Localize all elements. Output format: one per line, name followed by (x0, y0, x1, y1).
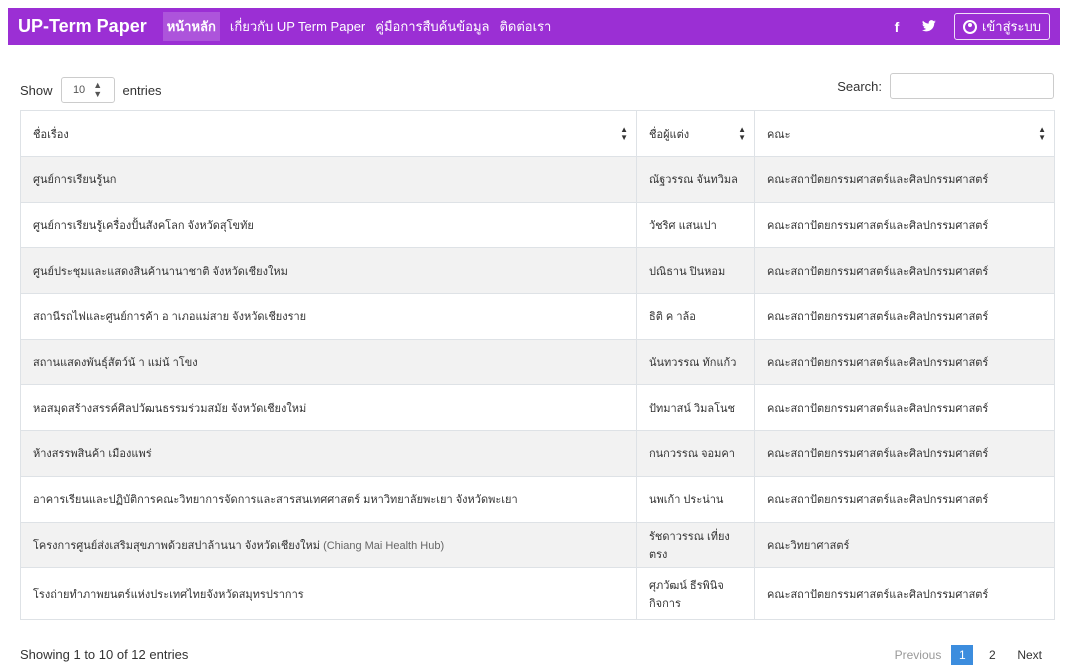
cell-title-text: ศูนย์ประชุมและแสดงสินค้านานาชาติ จังหวัด… (33, 265, 288, 278)
cell-faculty: คณะสถาปัตยกรรมศาสตร์และศิลปกรรมศาสตร์ (754, 201, 1055, 249)
cell-faculty: คณะสถาปัตยกรรมศาสตร์และศิลปกรรมศาสตร์ (754, 247, 1055, 295)
table-header-row: ชื่อเรื่อง ▲ ▼ ชื่อผู้แต่ง ▲ ▼ คณะ ▲ ▼ (20, 110, 1055, 157)
table-row[interactable]: โครงการศูนย์ส่งเสริมสุขภาพด้วยสปาล้านนา … (20, 521, 1055, 569)
column-header-faculty[interactable]: คณะ ▲ ▼ (754, 110, 1055, 157)
cell-title[interactable]: หอสมุดสร้างสรรค์ศิลปวัฒนธรรมร่วมสมัย จัง… (20, 384, 637, 432)
cell-title[interactable]: ศูนย์ประชุมและแสดงสินค้านานาชาติ จังหวัด… (20, 247, 637, 295)
nav-link-search-guide[interactable]: คู่มือการสืบค้นข้อมูล (375, 16, 489, 37)
cell-author: กนกวรรณ จอมคา (636, 430, 755, 477)
user-circle-icon (962, 19, 977, 34)
cell-author: นันทวรรณ ทักแก้ว (636, 338, 755, 386)
sort-icon: ▲ ▼ (738, 124, 746, 142)
cell-author: ปัทมาสน์ วิมลโนช (636, 384, 755, 432)
cell-faculty: คณะสถาปัตยกรรมศาสตร์และศิลปกรรมศาสตร์ (754, 567, 1055, 621)
nav-link-contact[interactable]: ติดต่อเรา (499, 16, 551, 37)
nav-link-home[interactable]: หน้าหลัก (162, 12, 220, 41)
cell-title[interactable]: สถานีรถไฟและศูนย์การค้า อ าเภอแม่สาย จัง… (20, 293, 637, 340)
select-arrows-icon: ▲ ▼ (93, 80, 103, 99)
cell-title-text: ศูนย์การเรียนรู้นก (33, 174, 117, 187)
sort-icon: ▲ ▼ (620, 124, 628, 142)
entries-length-control: Show 10 ▲ ▼ entries (20, 77, 162, 103)
column-header-title[interactable]: ชื่อเรื่อง ▲ ▼ (20, 110, 637, 157)
cell-author: รัชดาวรรณ เที่ยงตรง (636, 521, 755, 569)
cell-title-text: ศูนย์การเรียนรู้เครื่องปั้นสังคโลก จังหว… (33, 220, 254, 233)
search-input[interactable] (890, 73, 1054, 99)
pagination-previous[interactable]: Previous (895, 648, 942, 662)
term-paper-table: ชื่อเรื่อง ▲ ▼ ชื่อผู้แต่ง ▲ ▼ คณะ ▲ ▼ ศูนย์กา… (20, 110, 1055, 621)
cell-faculty: คณะสถาปัตยกรรมศาสตร์และศิลปกรรมศาสตร์ (754, 384, 1055, 432)
cell-faculty: คณะสถาปัตยกรรมศาสตร์และศิลปกรรมศาสตร์ (754, 293, 1055, 340)
cell-title[interactable]: โรงถ่ายทำภาพยนตร์แห่งประเทศไทยจังหวัดสมุ… (20, 567, 637, 621)
cell-title-text: โรงถ่ายทำภาพยนตร์แห่งประเทศไทยจังหวัดสมุ… (33, 588, 304, 601)
cell-title-text: อาคารเรียนและปฏิบัติการคณะวิทยาการจัดการ… (33, 494, 518, 507)
table-search-control: Search: (837, 73, 1054, 99)
login-button[interactable]: เข้าสู่ระบบ (953, 13, 1050, 40)
table-row[interactable]: สถานีรถไฟและศูนย์การค้า อ าเภอแม่สาย จัง… (20, 293, 1055, 340)
cell-title[interactable]: ศูนย์การเรียนรู้เครื่องปั้นสังคโลก จังหว… (20, 201, 637, 249)
pagination-page-1[interactable]: 1 (951, 645, 974, 665)
cell-title[interactable]: ห้างสรรพสินค้า เมืองแพร่ (20, 430, 637, 477)
cell-title-text: สถานีรถไฟและศูนย์การค้า อ าเภอแม่สาย จัง… (33, 311, 307, 324)
table-body: ศูนย์การเรียนรู้นก ณัฐวรรณ จันทวิมล คณะสถา… (20, 156, 1055, 621)
cell-title[interactable]: สถานแสดงพันธุ์สัตว์น้ า แม่น้ าโขง (20, 338, 637, 386)
pagination-page-2[interactable]: 2 (981, 645, 1003, 665)
cell-author: ปณิธาน ปินหอม (636, 247, 755, 295)
column-header-author[interactable]: ชื่อผู้แต่ง ▲ ▼ (636, 110, 755, 157)
cell-author: วัชริศ แสนเปา (636, 201, 755, 249)
facebook-icon[interactable]: f (890, 19, 904, 35)
table-row[interactable]: ศูนย์ประชุมและแสดงสินค้านานาชาติ จังหวัด… (20, 247, 1055, 295)
top-navbar: UP-Term Paper หน้าหลัก เกี่ยวกับ UP Term… (8, 8, 1060, 45)
entries-label: entries (122, 82, 162, 98)
show-label: Show (20, 82, 53, 98)
cell-title[interactable]: ศูนย์การเรียนรู้นก (20, 156, 637, 203)
cell-title-text: โครงการศูนย์ส่งเสริมสุขภาพด้วยสปาล้านนา … (33, 539, 320, 552)
cell-faculty: คณะสถาปัตยกรรมศาสตร์และศิลปกรรมศาสตร์ (754, 338, 1055, 386)
table-row[interactable]: หอสมุดสร้างสรรค์ศิลปวัฒนธรรมร่วมสมัย จัง… (20, 384, 1055, 432)
cell-title-text: สถานแสดงพันธุ์สัตว์น้ า แม่น้ าโขง (33, 357, 198, 370)
cell-faculty: คณะสถาปัตยกรรมศาสตร์และศิลปกรรมศาสตร์ (754, 430, 1055, 477)
cell-title[interactable]: โครงการศูนย์ส่งเสริมสุขภาพด้วยสปาล้านนา … (20, 521, 637, 569)
cell-faculty: คณะวิทยาศาสตร์ (754, 521, 1055, 569)
entries-per-page-select[interactable]: 10 ▲ ▼ (60, 77, 115, 103)
cell-title-text: หอสมุดสร้างสรรค์ศิลปวัฒนธรรมร่วมสมัย จัง… (33, 402, 307, 415)
cell-faculty: คณะสถาปัตยกรรมศาสตร์และศิลปกรรมศาสตร์ (754, 156, 1055, 203)
cell-title-subtitle: (Chiang Mai Health Hub) (323, 539, 445, 552)
cell-title-text: ห้างสรรพสินค้า เมืองแพร่ (33, 448, 152, 461)
twitter-icon[interactable] (921, 19, 936, 35)
search-label: Search: (837, 78, 882, 94)
brand-logo[interactable]: UP-Term Paper (18, 16, 147, 37)
cell-author: ธิติ ค าล้อ (636, 293, 755, 340)
table-row[interactable]: ศูนย์การเรียนรู้นก ณัฐวรรณ จันทวิมล คณะสถา… (20, 156, 1055, 203)
cell-title[interactable]: อาคารเรียนและปฏิบัติการคณะวิทยาการจัดการ… (20, 475, 637, 523)
cell-author: ศุภวัฒน์ ธีรพินิจกิจการ (636, 567, 755, 621)
table-row[interactable]: ห้างสรรพสินค้า เมืองแพร่ กนกวรรณ จอมคา คณะ… (20, 430, 1055, 477)
entries-per-page-value: 10 (72, 84, 86, 96)
pagination-next[interactable]: Next (1017, 648, 1042, 662)
table-row[interactable]: ศูนย์การเรียนรู้เครื่องปั้นสังคโลก จังหว… (20, 201, 1055, 249)
sort-icon: ▲ ▼ (1038, 124, 1046, 142)
table-info: Showing 1 to 10 of 12 entries (20, 647, 189, 662)
table-row[interactable]: อาคารเรียนและปฏิบัติการคณะวิทยาการจัดการ… (20, 475, 1055, 523)
nav-link-about[interactable]: เกี่ยวกับ UP Term Paper (230, 16, 365, 37)
table-row[interactable]: โรงถ่ายทำภาพยนตร์แห่งประเทศไทยจังหวัดสมุ… (20, 567, 1055, 621)
twitter-bird-icon (921, 19, 936, 31)
cell-faculty: คณะสถาปัตยกรรมศาสตร์และศิลปกรรมศาสตร์ (754, 475, 1055, 523)
login-label: เข้าสู่ระบบ (981, 19, 1041, 34)
pagination: Previous 1 2 Next (895, 645, 1042, 665)
cell-author: ณัฐวรรณ จันทวิมล (636, 156, 755, 203)
cell-author: นพเก้า ประน่าน (636, 475, 755, 523)
table-row[interactable]: สถานแสดงพันธุ์สัตว์น้ า แม่น้ าโขง นันทวร… (20, 338, 1055, 386)
